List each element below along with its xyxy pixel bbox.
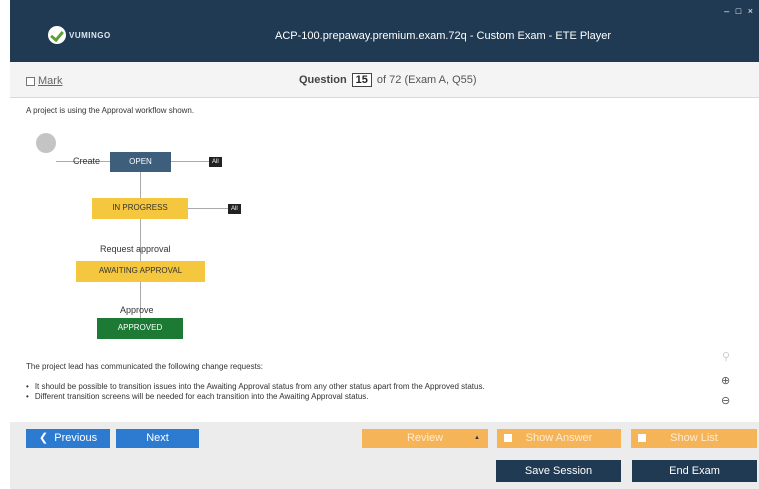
save-session-button[interactable]: Save Session bbox=[496, 460, 621, 482]
all-tag-open: All bbox=[209, 157, 222, 167]
footer-bar: Save Session End Exam bbox=[10, 454, 759, 489]
search-icon[interactable]: ⚲ bbox=[722, 350, 730, 363]
end-exam-button[interactable]: End Exam bbox=[632, 460, 757, 482]
show-list-label: Show List bbox=[670, 432, 718, 444]
checkbox-icon[interactable] bbox=[504, 434, 512, 442]
question-intro: A project is using the Approval workflow… bbox=[26, 106, 195, 115]
show-answer-button[interactable]: Show Answer bbox=[497, 429, 621, 448]
mark-checkbox[interactable]: Mark bbox=[26, 75, 62, 87]
connector-line bbox=[171, 161, 209, 162]
previous-label: Previous bbox=[54, 432, 98, 444]
transition-create: Create bbox=[73, 156, 101, 166]
navigation-bar: ❮ Previous Next Review ▲ Show Answer Sho… bbox=[10, 422, 759, 454]
checkbox-icon[interactable] bbox=[638, 434, 646, 442]
question-total: of 72 (Exam A, Q55) bbox=[376, 74, 477, 86]
show-list-button[interactable]: Show List bbox=[631, 429, 757, 448]
checkbox-icon[interactable] bbox=[26, 76, 35, 86]
question-lead: The project lead has communicated the fo… bbox=[26, 362, 264, 371]
question-label: Question bbox=[299, 74, 347, 86]
window-controls[interactable]: – □ × bbox=[724, 6, 755, 16]
question-number-field[interactable]: 15 bbox=[351, 73, 372, 87]
connector-line bbox=[140, 219, 141, 261]
question-content: A project is using the Approval workflow… bbox=[10, 98, 759, 422]
question-bar: Mark Question 15 of 72 (Exam A, Q55) bbox=[10, 62, 759, 98]
list-item: It should be possible to transition issu… bbox=[26, 382, 485, 392]
zoom-in-icon[interactable]: ⊕ bbox=[721, 374, 730, 387]
review-button[interactable]: Review ▲ bbox=[362, 429, 488, 448]
connector-line bbox=[140, 172, 141, 198]
caret-up-icon[interactable]: ▲ bbox=[474, 429, 480, 447]
workflow-start-node bbox=[36, 133, 56, 153]
logo-check-icon bbox=[48, 26, 66, 44]
review-label: Review bbox=[406, 432, 444, 444]
app-logo: VUMINGO bbox=[48, 26, 111, 44]
status-awaiting-approval: AWAITING APPROVAL bbox=[76, 261, 205, 282]
list-item: Different transition screens will be nee… bbox=[26, 392, 485, 402]
window-title: ACP-100.prepaway.premium.exam.72q - Cust… bbox=[275, 30, 612, 42]
mark-label[interactable]: Mark bbox=[38, 75, 62, 87]
previous-button[interactable]: ❮ Previous bbox=[26, 429, 110, 448]
next-button[interactable]: Next bbox=[116, 429, 199, 448]
zoom-out-icon[interactable]: ⊖ bbox=[721, 394, 730, 407]
status-in-progress: IN PROGRESS bbox=[92, 198, 188, 219]
chevron-left-icon: ❮ bbox=[38, 432, 49, 444]
connector-line bbox=[188, 208, 228, 209]
logo-text: VUMINGO bbox=[69, 30, 111, 40]
title-bar: VUMINGO ACP-100.prepaway.premium.exam.72… bbox=[10, 0, 759, 62]
status-open: OPEN bbox=[110, 152, 171, 172]
transition-approve: Approve bbox=[120, 305, 154, 315]
show-answer-label: Show Answer bbox=[525, 432, 593, 444]
question-counter: Question 15 of 72 (Exam A, Q55) bbox=[299, 73, 477, 87]
all-tag-in-progress: All bbox=[228, 204, 241, 214]
change-request-list: It should be possible to transition issu… bbox=[26, 382, 485, 402]
transition-request-approval: Request approval bbox=[100, 244, 171, 254]
status-approved: APPROVED bbox=[97, 318, 183, 339]
